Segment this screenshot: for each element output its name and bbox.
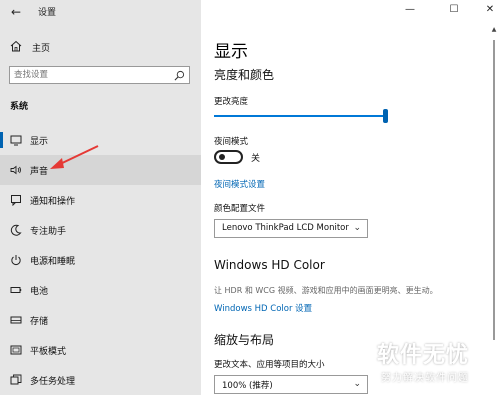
sidebar-item-multitasking[interactable]: 多任务处理 bbox=[0, 365, 201, 395]
color-profile-label: 颜色配置文件 bbox=[214, 204, 266, 214]
storage-icon bbox=[10, 316, 22, 324]
sidebar-item-home[interactable]: 主页 bbox=[0, 36, 201, 58]
chevron-down-icon: ⌄ bbox=[353, 379, 361, 389]
scale-label: 更改文本、应用等项目的大小 bbox=[214, 360, 325, 370]
notification-icon bbox=[11, 195, 21, 206]
sidebar-item-label: 声音 bbox=[30, 167, 49, 177]
minimize-icon[interactable]: — bbox=[402, 3, 418, 17]
sidebar-item-label: 电池 bbox=[30, 287, 49, 297]
watermark-subtitle: 努力解决软件问题 bbox=[381, 373, 469, 384]
sidebar-item-notifications[interactable]: 通知和操作 bbox=[0, 185, 201, 215]
sidebar-item-battery[interactable]: 电池 bbox=[0, 275, 201, 305]
tablet-icon bbox=[10, 345, 22, 355]
hd-color-heading: Windows HD Color bbox=[214, 258, 325, 272]
speaker-icon bbox=[10, 165, 21, 175]
night-light-state: 关 bbox=[251, 154, 261, 164]
sidebar-item-power-sleep[interactable]: 电源和睡眠 bbox=[0, 245, 201, 275]
scrollbar-thumb[interactable] bbox=[493, 40, 495, 340]
dropdown-value: 100% (推荐) bbox=[222, 381, 273, 391]
multitask-icon bbox=[10, 374, 22, 385]
titlebar-left: ← 设置 bbox=[0, 0, 201, 24]
hd-color-settings-link[interactable]: Windows HD Color 设置 bbox=[214, 302, 312, 314]
dropdown-value: Lenovo ThinkPad LCD Monitor bbox=[222, 223, 349, 233]
moon-icon bbox=[10, 224, 22, 236]
night-light-label: 夜间模式 bbox=[214, 137, 249, 147]
brightness-heading: 亮度和颜色 bbox=[214, 68, 275, 82]
monitor-icon bbox=[10, 135, 22, 146]
scroll-up-icon[interactable]: ▲ bbox=[490, 26, 498, 36]
sidebar-item-label: 专注助手 bbox=[30, 227, 67, 237]
battery-icon bbox=[10, 287, 22, 293]
sidebar-item-tablet-mode[interactable]: 平板模式 bbox=[0, 335, 201, 365]
scale-layout-heading: 缩放与布局 bbox=[214, 333, 275, 347]
brightness-slider[interactable] bbox=[214, 115, 388, 117]
chevron-down-icon: ⌄ bbox=[353, 223, 361, 233]
sidebar-item-label: 存储 bbox=[30, 317, 49, 327]
back-arrow-icon[interactable]: ← bbox=[8, 4, 24, 20]
sidebar-item-focus-assist[interactable]: 专注助手 bbox=[0, 215, 201, 245]
hd-color-description: 让 HDR 和 WCG 视频、游戏和应用中的画面更明亮、更生动。 bbox=[214, 286, 438, 295]
power-icon bbox=[11, 255, 21, 265]
toggle-knob bbox=[219, 154, 225, 160]
settings-main-panel: — ☐ ✕ 显示 亮度和颜色 更改亮度 夜间模式 关 夜间模式设置 颜色配置文件… bbox=[201, 0, 500, 395]
scrollbar[interactable]: ▲ bbox=[490, 26, 498, 388]
sidebar-item-label: 主页 bbox=[32, 44, 51, 54]
sidebar-item-sound[interactable]: 声音 bbox=[0, 155, 201, 185]
section-label-system: 系统 bbox=[10, 102, 29, 112]
window-controls: — ☐ ✕ bbox=[390, 0, 500, 22]
search-field[interactable] bbox=[9, 66, 190, 84]
settings-sidebar: ← 设置 主页 系统 显示 声音 bbox=[0, 0, 201, 395]
selection-indicator bbox=[0, 132, 3, 148]
color-profile-dropdown[interactable]: Lenovo ThinkPad LCD Monitor ⌄ bbox=[214, 219, 368, 238]
page-title: 显示 bbox=[214, 42, 248, 62]
watermark: 软件无忧 努力解决软件问题 bbox=[377, 337, 497, 393]
night-light-toggle[interactable] bbox=[214, 150, 243, 164]
sidebar-item-label: 电源和睡眠 bbox=[30, 257, 76, 267]
brightness-slider-thumb[interactable] bbox=[383, 109, 388, 123]
scale-dropdown[interactable]: 100% (推荐) ⌄ bbox=[214, 375, 368, 394]
sidebar-item-storage[interactable]: 存储 bbox=[0, 305, 201, 335]
sidebar-item-label: 显示 bbox=[30, 137, 49, 147]
close-icon[interactable]: ✕ bbox=[482, 3, 498, 17]
search-input[interactable] bbox=[14, 69, 164, 81]
sidebar-item-label: 多任务处理 bbox=[30, 377, 76, 387]
home-icon bbox=[10, 40, 22, 52]
night-light-settings-link[interactable]: 夜间模式设置 bbox=[214, 178, 265, 190]
search-icon[interactable] bbox=[174, 70, 185, 81]
sidebar-item-label: 平板模式 bbox=[30, 347, 67, 357]
brightness-label: 更改亮度 bbox=[214, 97, 249, 107]
app-title: 设置 bbox=[38, 8, 57, 18]
maximize-icon[interactable]: ☐ bbox=[446, 3, 462, 17]
sidebar-item-display[interactable]: 显示 bbox=[0, 125, 201, 155]
watermark-title: 软件无忧 bbox=[377, 343, 470, 368]
sidebar-item-label: 通知和操作 bbox=[30, 197, 76, 207]
